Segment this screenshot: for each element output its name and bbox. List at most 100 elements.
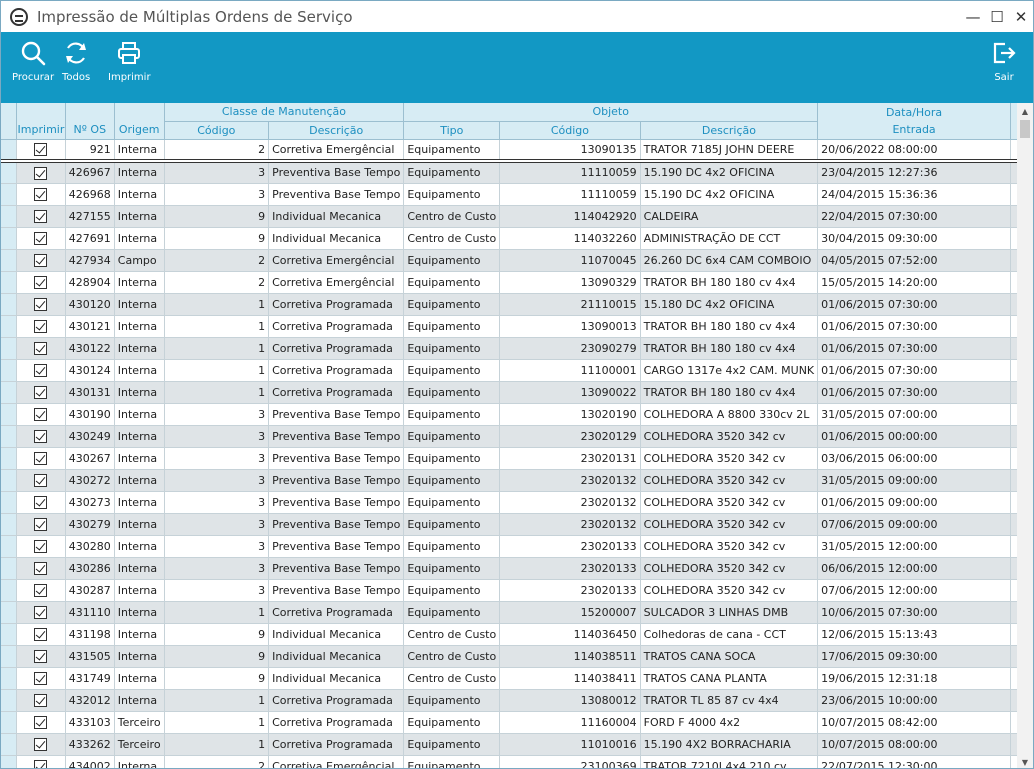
scroll-thumb[interactable] (1020, 120, 1030, 138)
checkbox-checked-icon[interactable] (34, 539, 48, 553)
checkbox-checked-icon[interactable] (34, 143, 48, 156)
checkbox-checked-icon[interactable] (34, 187, 48, 201)
checkbox-checked-icon[interactable] (34, 275, 48, 289)
table-row[interactable]: 430267 Interna 3 Preventiva Base Tempo Equip… (1, 447, 1017, 470)
minimize-button[interactable]: — (961, 1, 985, 32)
table-row[interactable]: 430121 Interna 1 Corretiva Programada Equipa… (1, 315, 1017, 338)
print-checkbox[interactable] (16, 139, 66, 163)
table-row[interactable]: 430287 Interna 3 Preventiva Base Tempo Equip… (1, 579, 1017, 602)
table-row[interactable]: 430249 Interna 3 Preventiva Base Tempo Equip… (1, 425, 1017, 448)
table-row[interactable]: 431110 Interna 1 Corretiva Programada Equipa… (1, 601, 1017, 624)
table-row[interactable]: 426968 Interna 3 Preventiva Base Tempo Equip… (1, 183, 1017, 206)
column-object-code[interactable]: Código (499, 121, 641, 140)
table-row[interactable]: 430279 Interna 3 Preventiva Base Tempo Equip… (1, 513, 1017, 536)
print-checkbox[interactable] (16, 733, 66, 756)
table-row[interactable]: 434002 Interna 2 Corretiva Emergêncial Equip… (1, 755, 1017, 768)
checkbox-checked-icon[interactable] (34, 451, 48, 465)
column-class-code[interactable]: Código (164, 121, 270, 140)
table-row[interactable]: 430122 Interna 1 Corretiva Programada Equipa… (1, 337, 1017, 360)
table-row[interactable]: 430120 Interna 1 Corretiva Programada Equipa… (1, 293, 1017, 316)
row-indicator[interactable] (1, 579, 18, 602)
print-checkbox[interactable] (16, 425, 66, 448)
row-indicator[interactable] (1, 667, 18, 690)
table-row[interactable]: 431198 Interna 9 Individual Mecanica Centro … (1, 623, 1017, 646)
table-row[interactable]: 430286 Interna 3 Preventiva Base Tempo Equip… (1, 557, 1017, 580)
checkbox-checked-icon[interactable] (34, 385, 48, 399)
column-os-number[interactable]: Nº OS (65, 103, 115, 140)
table-row[interactable]: 427691 Interna 9 Individual Mecanica Centro … (1, 227, 1017, 250)
checkbox-checked-icon[interactable] (34, 363, 48, 377)
print-checkbox[interactable] (16, 293, 66, 316)
checkbox-checked-icon[interactable] (34, 231, 48, 245)
checkbox-checked-icon[interactable] (34, 473, 48, 487)
checkbox-checked-icon[interactable] (34, 429, 48, 443)
checkbox-checked-icon[interactable] (34, 583, 48, 597)
row-indicator[interactable] (1, 645, 18, 668)
checkbox-checked-icon[interactable] (34, 605, 48, 619)
checkbox-checked-icon[interactable] (34, 253, 48, 267)
print-checkbox[interactable] (16, 403, 66, 426)
print-checkbox[interactable] (16, 227, 66, 250)
row-indicator[interactable] (1, 755, 18, 768)
table-row[interactable]: 921 Interna 2 Corretiva Emergêncial Equipame… (1, 139, 1017, 163)
table-row[interactable]: 432012 Interna 1 Corretiva Programada Equipa… (1, 689, 1017, 712)
checkbox-checked-icon[interactable] (34, 297, 48, 311)
print-checkbox[interactable] (16, 579, 66, 602)
row-indicator[interactable] (1, 183, 18, 206)
row-indicator[interactable] (1, 293, 18, 316)
print-checkbox[interactable] (16, 755, 66, 768)
print-checkbox[interactable] (16, 491, 66, 514)
all-button[interactable]: Todos (62, 40, 90, 83)
checkbox-checked-icon[interactable] (34, 671, 48, 685)
print-checkbox[interactable] (16, 271, 66, 294)
print-checkbox[interactable] (16, 601, 66, 624)
column-class-description[interactable]: Descrição (268, 121, 405, 140)
checkbox-checked-icon[interactable] (34, 649, 48, 663)
print-checkbox[interactable] (16, 711, 66, 734)
print-checkbox[interactable] (16, 535, 66, 558)
row-indicator[interactable] (1, 249, 18, 272)
checkbox-checked-icon[interactable] (34, 517, 48, 531)
checkbox-checked-icon[interactable] (34, 561, 48, 575)
row-indicator[interactable] (1, 689, 18, 712)
maximize-button[interactable]: ☐ (985, 1, 1009, 32)
table-row[interactable]: 426967 Interna 3 Preventiva Base Tempo Equip… (1, 161, 1017, 184)
scroll-down-arrow-icon[interactable]: ▼ (1017, 754, 1033, 768)
search-button[interactable]: Procurar (12, 40, 54, 83)
checkbox-checked-icon[interactable] (34, 166, 48, 180)
column-object-description[interactable]: Descrição (640, 121, 819, 140)
row-indicator[interactable] (1, 205, 18, 228)
print-checkbox[interactable] (16, 513, 66, 536)
print-checkbox[interactable] (16, 469, 66, 492)
table-row[interactable]: 427155 Interna 9 Individual Mecanica Centro … (1, 205, 1017, 228)
row-indicator[interactable] (1, 491, 18, 514)
print-checkbox[interactable] (16, 337, 66, 360)
print-checkbox[interactable] (16, 315, 66, 338)
row-indicator[interactable] (1, 469, 18, 492)
row-indicator[interactable] (1, 227, 18, 250)
print-button[interactable]: Imprimir (108, 40, 151, 83)
table-row[interactable]: 430131 Interna 1 Corretiva Programada Equipa… (1, 381, 1017, 404)
print-checkbox[interactable] (16, 623, 66, 646)
table-row[interactable]: 430280 Interna 3 Preventiva Base Tempo Equip… (1, 535, 1017, 558)
checkbox-checked-icon[interactable] (34, 209, 48, 223)
table-row[interactable]: 431505 Interna 9 Individual Mecanica Centro … (1, 645, 1017, 668)
row-indicator[interactable] (1, 315, 18, 338)
scroll-up-arrow-icon[interactable]: ▲ (1017, 103, 1033, 119)
row-indicator[interactable] (1, 271, 18, 294)
print-checkbox[interactable] (16, 161, 66, 184)
exit-button[interactable]: Sair (991, 40, 1017, 83)
table-row[interactable]: 433103 Terceiro 1 Corretiva Programada Equip… (1, 711, 1017, 734)
row-indicator[interactable] (1, 601, 18, 624)
row-indicator[interactable] (1, 447, 18, 470)
checkbox-checked-icon[interactable] (34, 759, 48, 768)
checkbox-checked-icon[interactable] (34, 627, 48, 641)
column-datetime[interactable]: Data/Hora Entrada (817, 103, 1011, 140)
checkbox-checked-icon[interactable] (34, 715, 48, 729)
row-indicator[interactable] (1, 513, 18, 536)
print-checkbox[interactable] (16, 183, 66, 206)
vertical-scrollbar[interactable]: ▲ ▼ (1017, 103, 1033, 768)
print-checkbox[interactable] (16, 359, 66, 382)
row-indicator[interactable] (1, 535, 18, 558)
print-checkbox[interactable] (16, 381, 66, 404)
